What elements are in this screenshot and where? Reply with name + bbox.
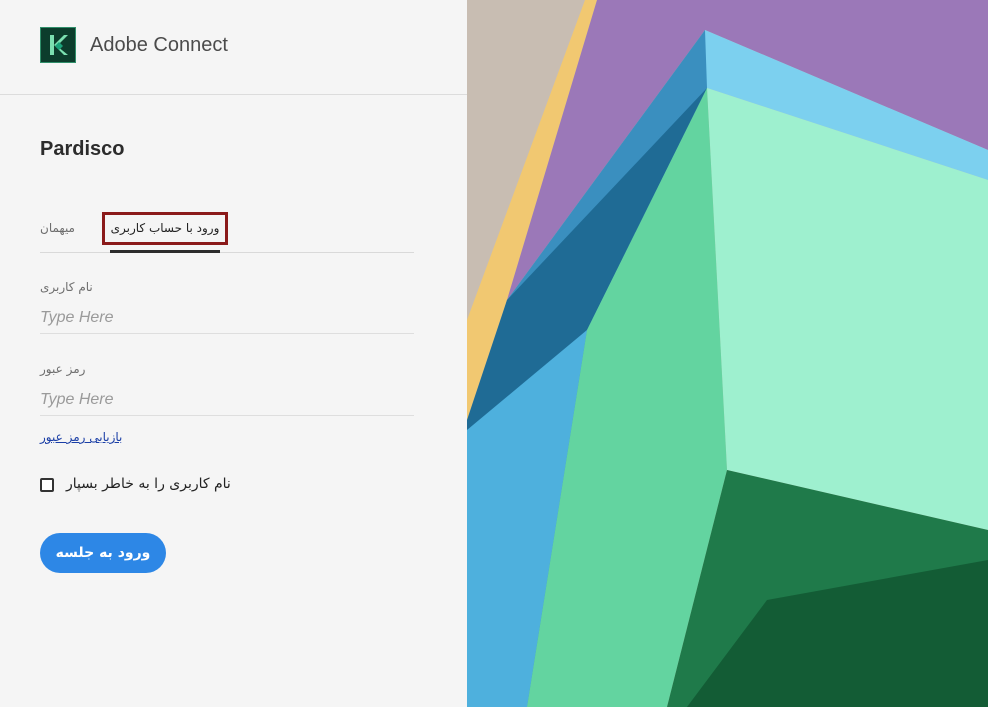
remember-me-row[interactable]: نام کاربری را به خاطر بسپار xyxy=(40,476,240,496)
remember-me-label: نام کاربری را به خاطر بسپار xyxy=(66,476,231,492)
adobe-connect-logo-icon xyxy=(40,27,76,63)
login-panel: Adobe Connect Pardisco میهمان ورود با حس… xyxy=(0,0,467,707)
username-label: نام کاربری xyxy=(40,280,93,294)
forgot-password-link[interactable]: بازیابی رمز عبور xyxy=(40,430,122,444)
remember-me-checkbox[interactable] xyxy=(40,478,54,492)
enter-meeting-button[interactable]: ورود به جلسه xyxy=(40,533,166,573)
organization-name: Pardisco xyxy=(40,138,125,160)
app-title: Adobe Connect xyxy=(90,34,228,56)
password-label: رمز عبور xyxy=(40,362,86,376)
app-header: Adobe Connect xyxy=(0,0,467,95)
tab-account-login[interactable]: ورود با حساب کاربری xyxy=(102,212,228,245)
username-input[interactable] xyxy=(40,303,414,334)
login-tabs: میهمان ورود با حساب کاربری xyxy=(40,212,414,253)
hero-artwork xyxy=(467,0,988,707)
tab-guest[interactable]: میهمان xyxy=(40,221,75,235)
active-tab-indicator xyxy=(110,250,220,253)
password-input[interactable] xyxy=(40,385,414,416)
geometric-background-image xyxy=(467,0,988,707)
